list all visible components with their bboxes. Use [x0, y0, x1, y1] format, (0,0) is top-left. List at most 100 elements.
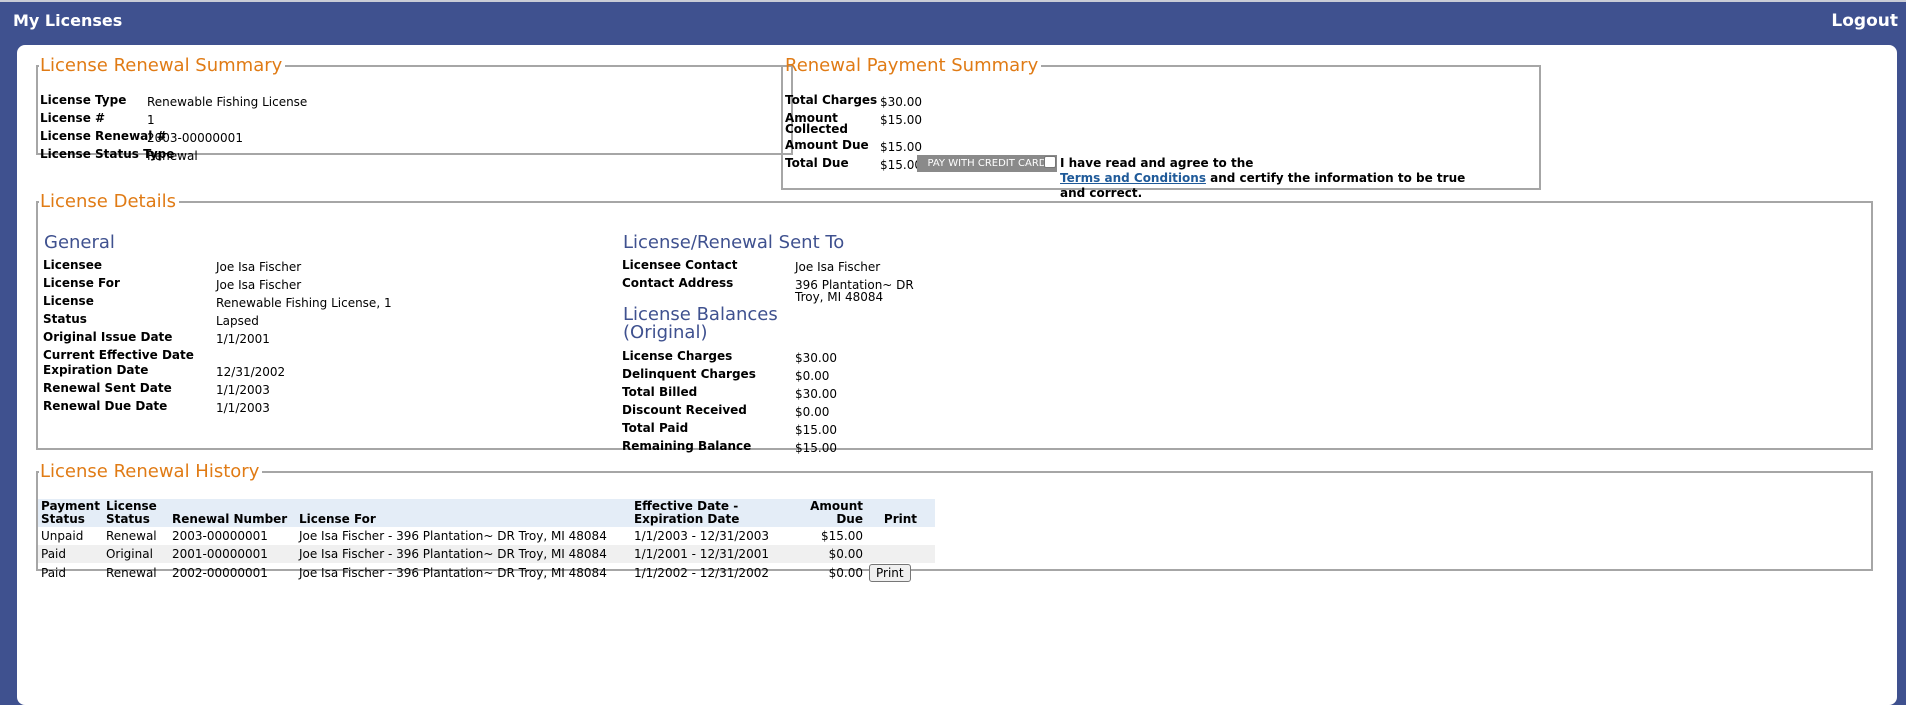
cell-license-for: Joe Isa Fischer - 396 Plantation~ DR Tro… [295, 545, 631, 563]
original-issue-date-label: Original Issue Date [43, 330, 173, 344]
contact-address-line-2: Troy, MI 48084 [795, 290, 884, 304]
header-amount-due: Amount Due [771, 499, 866, 527]
cell-amount-due: $15.00 [820, 529, 863, 543]
header-payment-status: Payment Status [38, 499, 103, 527]
header-license-for: License For [295, 499, 631, 527]
renewal-summary-legend: License Renewal Summary [40, 55, 283, 76]
license-for-value: Joe Isa Fischer [216, 278, 302, 292]
expiration-date-label: Expiration Date [43, 363, 149, 377]
renewal-sent-date-label: Renewal Sent Date [43, 381, 172, 395]
header-license-status-line-1: License [105, 499, 157, 513]
pay-with-credit-card-button[interactable]: PAY WITH CREDIT CARD [917, 155, 1057, 172]
agree-text-start: I have read and agree to the [1060, 156, 1254, 170]
renewal-history-table: Payment Status License Status Renewal Numb… [38, 499, 935, 583]
cell-license-status: Original [102, 545, 169, 563]
renewal-history-legend: License Renewal History [40, 461, 260, 482]
cell-renewal-number: 2001-00000001 [168, 545, 296, 563]
table-row: Paid Original 2001-00000001 Joe Isa Fisc… [38, 545, 935, 563]
cell-amount-due: $0.00 [828, 566, 863, 580]
cell-payment-status: Unpaid [41, 529, 84, 543]
cell-payment-status: Paid [38, 545, 103, 563]
license-type-value: Renewable Fishing License [147, 95, 308, 109]
contact-address-label: Contact Address [622, 276, 734, 290]
header-print: Print [865, 499, 935, 527]
license-details-legend: License Details [40, 191, 176, 212]
terms-and-conditions-link[interactable]: Terms and Conditions [1060, 171, 1206, 185]
cell-amount-due: $0.00 [771, 545, 866, 563]
header-amount-line-1: Amount [810, 499, 863, 513]
header-payment-status-line-1: Payment [41, 499, 100, 513]
header-dates-line-1: Effective Date - [633, 499, 739, 513]
total-charges-label: Total Charges [785, 93, 878, 107]
table-header-row: Payment Status License Status Renewal Numb… [38, 499, 935, 527]
discount-received-value: $0.00 [795, 405, 830, 419]
current-effective-date-label: Current Effective Date [43, 348, 194, 362]
renewal-due-date-label: Renewal Due Date [43, 399, 168, 413]
renewal-history-section: License Renewal History Payment Status Li… [36, 461, 1873, 582]
license-charges-label: License Charges [622, 349, 733, 363]
cell-dates: 1/1/2003 - 12/31/2003 [633, 529, 769, 543]
page-title: My Licenses [13, 11, 123, 30]
expiration-date-value: 12/31/2002 [216, 365, 286, 379]
header-license-status-line-2: Status [105, 512, 150, 526]
cell-license-status: Renewal [105, 529, 157, 543]
content-panel: License Renewal Summary License Type Ren… [17, 45, 1897, 705]
total-paid-label: Total Paid [622, 421, 689, 435]
status-value: Lapsed [216, 314, 259, 328]
top-bar: My Licenses Logout [0, 0, 1906, 40]
delinquent-charges-label: Delinquent Charges [622, 367, 756, 381]
license-renewal-number-value: 2003-00000001 [147, 131, 243, 145]
licensee-contact-value: Joe Isa Fischer [795, 260, 881, 274]
agree-checkbox[interactable] [1044, 156, 1056, 168]
licensee-contact-label: Licensee Contact [622, 258, 738, 272]
license-value: Renewable Fishing License, 1 [216, 296, 392, 310]
cell-renewal-number: 2003-00000001 [171, 529, 268, 543]
remaining-balance-label: Remaining Balance [622, 439, 752, 453]
license-type-label: License Type [40, 93, 127, 107]
original-issue-date-value: 1/1/2001 [216, 332, 270, 346]
logout-link[interactable]: Logout [1831, 11, 1898, 31]
cell-dates: 1/1/2002 - 12/31/2002 [633, 566, 769, 580]
payment-summary-section: Renewal Payment Summary Total Charges $3… [781, 55, 1541, 200]
amount-collected-label-2: Collected [785, 122, 848, 136]
sent-to-heading: License/Renewal Sent To [623, 232, 845, 253]
renewal-sent-date-value: 1/1/2003 [216, 383, 270, 397]
cell-print: Print [866, 563, 935, 583]
discount-received-label: Discount Received [622, 403, 747, 417]
cell-print [865, 545, 935, 563]
cell-dates: 1/1/2001 - 12/31/2001 [630, 545, 772, 563]
license-number-value: 1 [147, 113, 155, 127]
license-details-section: License Details General Licensee Joe Isa… [36, 191, 1873, 455]
license-charges-value: $30.00 [795, 351, 837, 365]
renewal-summary-section: License Renewal Summary License Type Ren… [36, 55, 793, 163]
amount-collected-value: $15.00 [880, 113, 922, 127]
header-renewal-number: Renewal Number [168, 499, 296, 527]
header-dates-line-2: Expiration Date [633, 512, 740, 526]
status-label: Status [43, 312, 87, 326]
header-amount-line-2: Due [836, 512, 863, 526]
table-row: Paid Renewal 2002-00000001 Joe Isa Fisch… [38, 563, 935, 583]
remaining-balance-value: $15.00 [795, 441, 837, 455]
amount-due-label: Amount Due [785, 138, 869, 152]
total-paid-value: $15.00 [795, 423, 837, 437]
balances-heading-line-2: (Original) [623, 322, 708, 343]
header-payment-status-line-2: Status [41, 512, 85, 526]
license-for-label: License For [43, 276, 120, 290]
general-heading: General [44, 232, 115, 253]
amount-due-value: $15.00 [880, 140, 922, 154]
total-due-label: Total Due [785, 156, 849, 170]
total-charges-value: $30.00 [880, 95, 922, 109]
table-row: Unpaid Renewal 2003-00000001 Joe Isa Fis… [38, 527, 935, 545]
licensee-value: Joe Isa Fischer [216, 260, 302, 274]
header-license-status: License Status [102, 499, 169, 527]
total-billed-label: Total Billed [622, 385, 698, 399]
header-dates: Effective Date - Expiration Date [630, 499, 772, 527]
renewal-due-date-value: 1/1/2003 [216, 401, 270, 415]
license-label: License [43, 294, 94, 308]
cell-payment-status: Paid [41, 566, 67, 580]
cell-license-status: Renewal [105, 566, 157, 580]
print-button[interactable]: Print [868, 564, 911, 582]
delinquent-charges-value: $0.00 [795, 369, 830, 383]
payment-summary-legend: Renewal Payment Summary [785, 55, 1039, 76]
total-billed-value: $30.00 [795, 387, 837, 401]
